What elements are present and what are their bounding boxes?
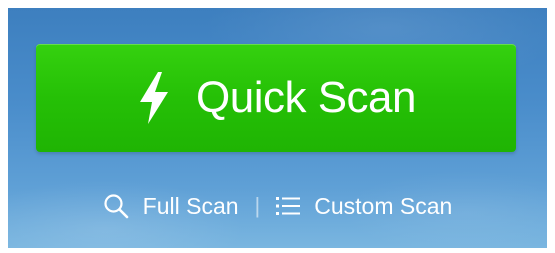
lightning-bolt-icon bbox=[140, 72, 168, 124]
list-icon bbox=[276, 197, 301, 215]
quick-scan-label: Quick Scan bbox=[196, 73, 416, 122]
custom-scan-label: Custom Scan bbox=[314, 192, 453, 219]
search-icon bbox=[104, 194, 128, 219]
option-divider: | bbox=[254, 193, 261, 218]
scan-options: Full Scan | Custom Scan bbox=[8, 188, 547, 224]
full-scan-label: Full Scan bbox=[142, 192, 239, 219]
quick-scan-button[interactable]: Quick Scan bbox=[36, 44, 516, 152]
scan-panel: Quick Scan Full Scan | Custom Scan bbox=[8, 8, 547, 248]
full-scan-link[interactable]: Full Scan bbox=[103, 193, 239, 220]
custom-scan-link[interactable]: Custom Scan bbox=[276, 193, 452, 220]
